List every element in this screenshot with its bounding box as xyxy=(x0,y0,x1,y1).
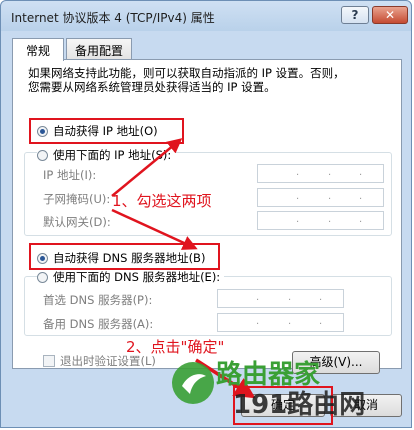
annotation-step-2: 2、点击"确定" xyxy=(126,338,225,356)
subnet-mask-label: 子网掩码(U): xyxy=(43,192,111,206)
intro-line-2: 您需要从网络系统管理员处获得适当的 IP 设置。 xyxy=(28,80,276,94)
tab-general[interactable]: 常规 xyxy=(12,38,64,61)
manual-ip-radio[interactable]: 使用下面的 IP 地址(S): xyxy=(37,147,176,163)
manual-dns-label: 使用下面的 DNS 服务器地址(E): xyxy=(53,270,221,284)
manual-dns-radio-dot xyxy=(37,271,48,283)
alternate-dns-label: 备用 DNS 服务器(A): xyxy=(43,317,154,331)
preferred-dns-input[interactable]: ... xyxy=(217,289,344,308)
close-button[interactable]: ✕ xyxy=(372,6,408,24)
manual-dns-radio[interactable]: 使用下面的 DNS 服务器地址(E): xyxy=(37,269,225,285)
ip-address-input[interactable]: ... xyxy=(257,164,384,183)
subnet-mask-input[interactable]: ... xyxy=(257,188,384,207)
window-title: Internet 协议版本 4 (TCP/IPv4) 属性 xyxy=(11,11,215,25)
preferred-dns-label: 首选 DNS 服务器(P): xyxy=(43,293,153,307)
title-bar: Internet 协议版本 4 (TCP/IPv4) 属性 ? ✕ xyxy=(1,1,411,31)
validate-checkbox-box xyxy=(43,355,55,367)
alternate-dns-input[interactable]: ... xyxy=(217,313,344,332)
watermark-logo xyxy=(172,362,214,404)
default-gateway-input[interactable]: ... xyxy=(257,211,384,230)
auto-dns-highlight-box xyxy=(29,243,220,270)
intro-text: 如果网络支持此功能，则可以获取自动指派的 IP 设置。否则， 您需要从网络系统管… xyxy=(28,66,345,94)
manual-ip-label: 使用下面的 IP 地址(S): xyxy=(53,148,172,162)
intro-line-1: 如果网络支持此功能，则可以获取自动指派的 IP 设置。否则， xyxy=(28,66,345,80)
annotation-step-1: 1、勾选这两项 xyxy=(112,192,212,210)
tab-alternate-config[interactable]: 备用配置 xyxy=(66,38,132,60)
auto-ip-highlight-box xyxy=(29,118,184,144)
manual-ip-radio-dot xyxy=(37,149,48,161)
watermark-text-bottom: 191路由网 xyxy=(233,390,366,420)
help-button[interactable]: ? xyxy=(341,6,369,24)
default-gateway-label: 默认网关(D): xyxy=(43,215,111,229)
ip-address-label: IP 地址(I): xyxy=(43,168,97,182)
